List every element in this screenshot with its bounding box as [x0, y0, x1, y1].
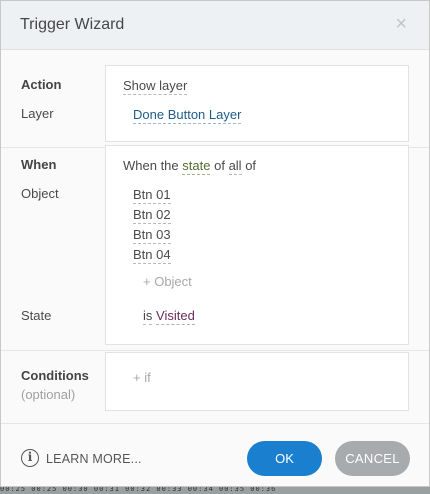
action-section: Action Layer Show layer Done Button Laye… — [1, 50, 429, 148]
when-sentence-of2: of — [245, 158, 257, 173]
when-sentence-of: of — [214, 158, 225, 173]
layer-dropdown[interactable]: Done Button Layer — [133, 107, 242, 124]
dialog-footer: i LEARN MORE... OK CANCEL — [1, 424, 429, 494]
object-label: Object — [21, 186, 59, 201]
action-box: Show layer Done Button Layer — [105, 65, 409, 142]
add-object-button[interactable]: + Object — [143, 274, 192, 289]
all-dropdown[interactable]: all — [228, 158, 242, 175]
conditions-optional-label: (optional) — [21, 387, 76, 402]
state-is-dropdown[interactable]: is — [143, 308, 153, 325]
state-label: State — [21, 308, 52, 323]
object-item-btn-04[interactable]: Btn 04 — [133, 247, 171, 264]
close-icon[interactable]: × — [395, 13, 407, 36]
state-condition: is Visited — [143, 308, 195, 325]
layer-label: Layer — [21, 106, 54, 121]
state-value-dropdown[interactable]: Visited — [156, 308, 195, 325]
info-icon[interactable]: i — [21, 449, 39, 467]
trigger-wizard-dialog: Trigger Wizard × Action Layer Show layer… — [0, 0, 430, 487]
cancel-button[interactable]: CANCEL — [335, 441, 410, 476]
action-dropdown[interactable]: Show layer — [123, 78, 188, 95]
object-item-btn-02[interactable]: Btn 02 — [133, 207, 171, 224]
object-item-btn-01[interactable]: Btn 01 — [133, 187, 171, 204]
when-box: When the state of all of Btn 01 Btn 02 B… — [105, 145, 409, 345]
ok-button[interactable]: OK — [247, 441, 322, 476]
when-label: When — [21, 157, 57, 172]
conditions-box: + if — [105, 352, 409, 411]
when-sentence-prefix: When the — [123, 158, 179, 173]
when-section: When Object State When the state of all … — [1, 145, 429, 351]
conditions-section: Conditions (optional) + if — [1, 351, 429, 424]
action-label: Action — [21, 77, 62, 92]
add-condition-button[interactable]: + if — [133, 370, 151, 385]
dialog-titlebar: Trigger Wizard × — [1, 1, 429, 50]
object-item-btn-03[interactable]: Btn 03 — [133, 227, 171, 244]
conditions-label: Conditions — [21, 368, 89, 383]
when-sentence: When the state of all of — [123, 158, 257, 175]
state-word-dropdown[interactable]: state — [182, 158, 211, 175]
dialog-title: Trigger Wizard — [20, 16, 125, 33]
learn-more-link[interactable]: LEARN MORE... — [46, 452, 142, 466]
